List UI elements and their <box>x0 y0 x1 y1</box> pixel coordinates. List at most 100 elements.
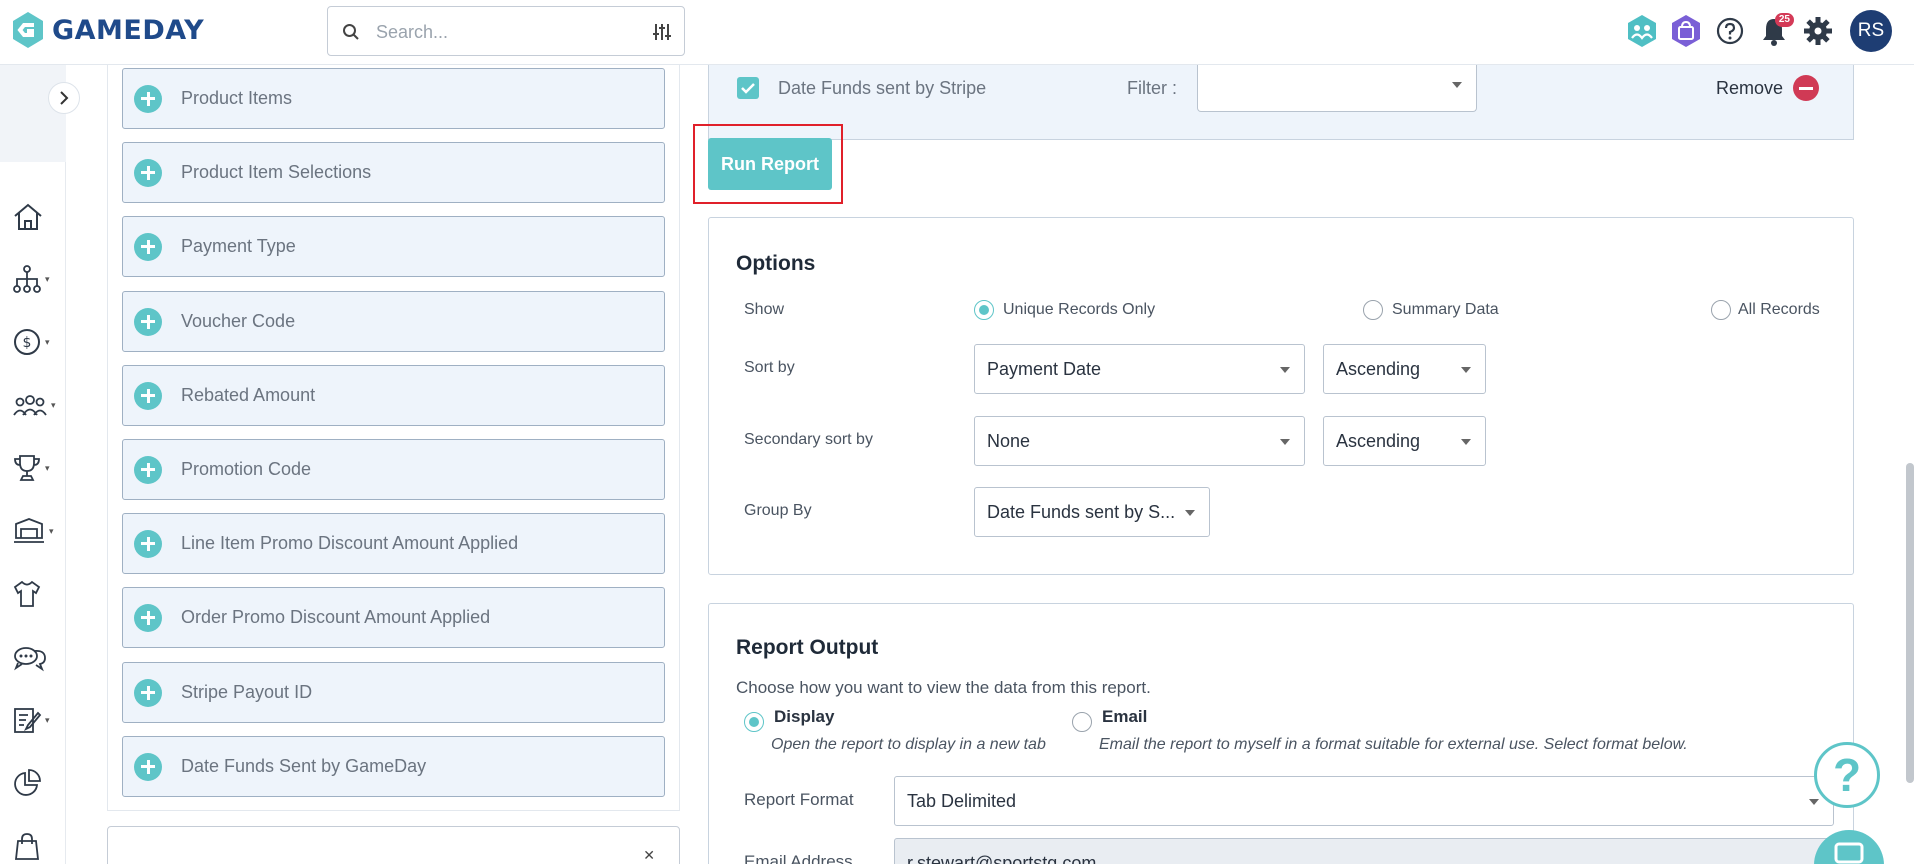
nav-communications[interactable] <box>12 635 62 679</box>
gameday-logo-icon <box>13 12 43 48</box>
plus-circle-icon <box>134 307 162 336</box>
chat-fab-button[interactable] <box>1814 830 1884 864</box>
shopping-bag-icon <box>14 833 40 860</box>
selected-field-row: Date Funds sent by Stripe Filter : Remov… <box>708 62 1854 140</box>
email-address-field[interactable]: r.stewart@sportstg.com <box>894 838 1834 864</box>
search-box[interactable] <box>327 6 685 56</box>
nav-uniforms[interactable] <box>12 572 62 616</box>
header-actions: 25 RS <box>1620 0 1914 62</box>
radio-unique-records[interactable] <box>974 300 994 320</box>
chevron-down-icon <box>1461 367 1471 373</box>
field-label: Promotion Code <box>181 459 312 479</box>
help-button[interactable] <box>1708 9 1752 53</box>
shop-bag-icon <box>1672 15 1700 47</box>
sort-by-select[interactable]: Payment Date <box>974 344 1305 394</box>
community-button[interactable] <box>1620 9 1664 53</box>
add-field-button[interactable]: Line Item Promo Discount Amount Applied <box>122 513 665 574</box>
people-icon <box>13 395 47 416</box>
nav-venues[interactable]: ▾ <box>12 509 62 553</box>
nav-competitions-caret: ▾ <box>45 462 50 473</box>
dollar-circle-icon: $ <box>14 329 40 355</box>
help-fab-button[interactable]: ? <box>1814 742 1880 808</box>
nav-organisation-caret: ▾ <box>45 273 50 284</box>
search-input[interactable] <box>376 17 626 47</box>
email-address-label: Email Address <box>744 852 853 864</box>
side-nav: ▾ $ ▾ ▾ ▾ ▾ ▾ <box>0 65 66 864</box>
nav-forms-caret: ▾ <box>45 714 50 725</box>
plus-circle-icon <box>134 603 162 632</box>
question-circle-icon <box>1716 17 1744 45</box>
report-output-description: Choose how you want to view the data fro… <box>736 678 1151 697</box>
field-label: Rebated Amount <box>181 385 316 405</box>
report-format-select[interactable]: Tab Delimited <box>894 776 1834 826</box>
settings-button[interactable] <box>1796 9 1840 53</box>
expand-nav-button[interactable] <box>48 82 80 114</box>
options-card: Options Show Unique Records Only Summary… <box>708 217 1854 575</box>
secondary-sort-value: None <box>987 431 1031 451</box>
plus-circle-icon <box>134 752 162 781</box>
nav-reports[interactable] <box>12 761 62 805</box>
chevron-down-icon <box>1809 799 1819 805</box>
selected-field-name: Date Funds sent by Stripe <box>778 78 987 98</box>
gear-icon <box>1804 17 1832 45</box>
add-field-button[interactable]: Product Item Selections <box>122 142 665 203</box>
chevron-right-icon <box>60 91 69 105</box>
radio-display[interactable] <box>744 712 764 732</box>
chevron-down-icon[interactable]: ✕ <box>643 847 655 864</box>
remove-label: Remove <box>1715 77 1783 98</box>
chat-icon <box>1834 842 1864 864</box>
add-field-button[interactable]: Date Funds Sent by GameDay <box>122 736 665 797</box>
radio-summary-data[interactable] <box>1363 300 1383 320</box>
add-field-button[interactable]: Promotion Code <box>122 439 665 500</box>
sort-order-select[interactable]: Ascending <box>1323 344 1486 394</box>
nav-home[interactable] <box>12 195 62 239</box>
nav-venues-caret: ▾ <box>49 525 54 536</box>
field-label: Product Items <box>181 88 293 108</box>
add-field-button[interactable]: Order Promo Discount Amount Applied <box>122 587 665 648</box>
nav-shop[interactable] <box>12 824 62 864</box>
collapsed-section[interactable]: ✕ <box>107 826 680 864</box>
chevron-down-icon <box>1280 439 1290 445</box>
plus-circle-icon <box>134 529 162 558</box>
report-format-value: Tab Delimited <box>907 791 1017 811</box>
notifications-button[interactable]: 25 <box>1752 9 1796 53</box>
nav-finance[interactable]: $ ▾ <box>12 320 62 364</box>
gameday-logo[interactable]: GAMEDAY <box>10 10 204 50</box>
nav-members[interactable]: ▾ <box>12 383 62 427</box>
nav-competitions[interactable]: ▾ <box>12 446 62 490</box>
checkmark-icon <box>741 83 755 94</box>
nav-forms[interactable]: ▾ <box>12 698 62 742</box>
search-filter-icon[interactable] <box>652 22 672 42</box>
add-field-button[interactable]: Voucher Code <box>122 291 665 352</box>
group-by-select[interactable]: Date Funds sent by S... <box>974 487 1210 537</box>
filter-select[interactable] <box>1197 62 1477 112</box>
radio-all-records[interactable] <box>1711 300 1731 320</box>
email-option-title: Email <box>1102 707 1148 726</box>
page-scrollbar[interactable] <box>1906 463 1914 783</box>
group-by-value: Date Funds sent by S... <box>987 502 1176 522</box>
trophy-icon <box>14 455 40 481</box>
nav-organisation[interactable]: ▾ <box>12 257 62 301</box>
run-report-highlight <box>693 124 843 204</box>
radio-email[interactable] <box>1072 712 1092 732</box>
email-option-description: Email the report to myself in a format s… <box>1099 736 1688 753</box>
remove-field-button[interactable]: Remove <box>1716 75 1819 101</box>
add-field-button[interactable]: Stripe Payout ID <box>122 662 665 723</box>
field-checkbox[interactable] <box>737 77 759 99</box>
secondary-sort-label: Secondary sort by <box>744 431 873 448</box>
minus-circle-icon <box>1793 75 1819 101</box>
plus-circle-icon <box>134 381 162 410</box>
shop-button[interactable] <box>1664 9 1708 53</box>
field-label: Payment Type <box>181 236 296 256</box>
user-avatar[interactable]: RS <box>1850 10 1892 52</box>
secondary-order-select[interactable]: Ascending <box>1323 416 1486 466</box>
jersey-icon <box>13 580 41 607</box>
secondary-order-value: Ascending <box>1336 431 1421 451</box>
question-mark-icon: ? <box>1832 749 1862 801</box>
add-field-button[interactable]: Product Items <box>122 68 665 129</box>
add-field-button[interactable]: Rebated Amount <box>122 365 665 426</box>
secondary-sort-select[interactable]: None <box>974 416 1305 466</box>
venue-icon <box>14 518 44 543</box>
radio-all-records-label: All Records <box>1738 301 1820 318</box>
add-field-button[interactable]: Payment Type <box>122 216 665 277</box>
